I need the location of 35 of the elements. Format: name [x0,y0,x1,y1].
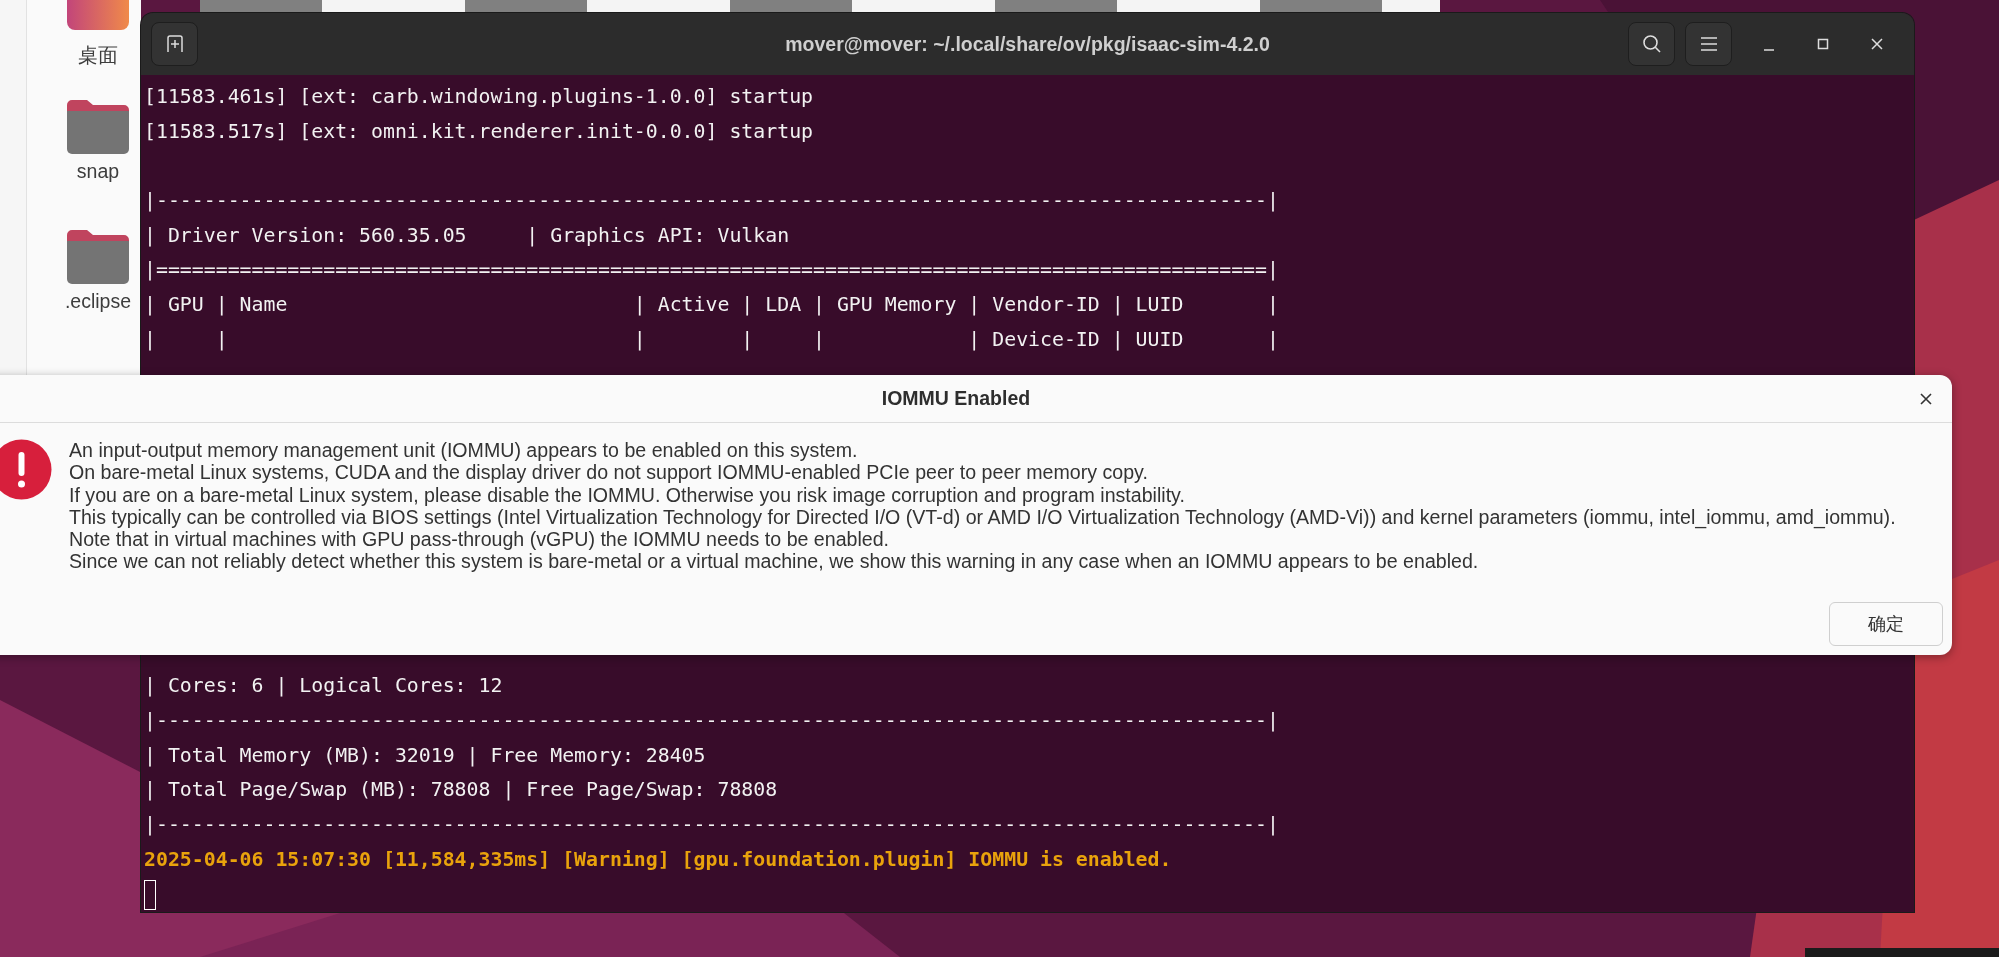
search-button[interactable] [1628,22,1675,66]
close-icon [1871,38,1883,50]
terminal-line: |---------------------------------------------------------------------------------------------| [144,188,1280,215]
new-tab-icon [165,35,184,53]
menu-icon [1699,36,1718,52]
terminal-line: |=============================================================================================| [144,257,1280,284]
folder-label[interactable]: .eclipse [64,290,132,313]
message-line: Note that in virtual machines with GPU pass-through (vGPU) the IOMMU needs to be enabled. [69,528,891,551]
terminal-line: | Total Memory (MB): 32019 | Free Memory: 28405 [144,742,707,769]
message-line: On bare-metal Linux systems, CUDA and the display driver do not support IOMMU-enabled PCIe peer to peer memory copy. [69,461,1149,484]
terminal-line: [11583.461s] [ext: carb.windowing.plugins-1.0.0] startup [144,84,815,110]
menu-button[interactable] [1685,22,1732,66]
new-tab-button[interactable] [151,22,198,66]
maximize-icon [1817,38,1829,50]
message-line: Since we can not reliably detect whether this system is bare-metal or a virtual machine, we show this warning in any case when an IOMMU appears to be enabled. [69,550,1480,573]
terminal-line: |---------------------------------------------------------------------------------------------| [144,811,1280,838]
close-icon [1920,393,1932,405]
terminal-line: | Cores: 6 | Logical Cores: 12 [144,673,504,700]
terminal-line: | Driver Version: 560.35.05 | Graphics API: Vulkan [144,222,791,249]
window-title: mover@mover: ~/.local/share/ov/pkg/isaac-sim-4.2.0 [785,32,1270,56]
terminal-line: |---------------------------------------------------------------------------------------------| [144,707,1280,734]
warning-line: 2025-04-06 15:07:30 [11,584,335ms] [Warning] [gpu.foundation.plugin] IOMMU is enabled. [144,846,1173,873]
dialog-title: IOMMU Enabled [881,387,1031,410]
minimize-icon [1763,49,1775,51]
folder-label[interactable]: snap [76,160,120,183]
search-icon [1641,34,1662,54]
message-line: This typically can be controlled via BIOS settings (Intel Virtualization Technology for Directed I/O (VT-d) or AMD I/O Virtualization Technology (AMD-Vi)) and kernel parameters (iommu, intel_iommu, amd_iommu). [69,505,1896,529]
terminal-line: | | | | | | Device-ID | UUID | [144,326,1280,353]
folder-label[interactable]: 桌面 [78,42,118,69]
terminal-line: [11583.517s] [ext: omni.kit.renderer.init-0.0.0] startup [144,118,815,145]
ok-button[interactable]: 确定 [1829,602,1943,646]
message-line: An input-output memory management unit (IOMMU) appears to be enabled on this system. [69,439,859,462]
terminal-line: | Total Page/Swap (MB): 78808 | Free Page/Swap: 78808 [144,777,779,804]
message-line: If you are on a bare-metal Linux system, please disable the IOMMU. Otherwise you risk image corruption and program instability. [69,483,1186,506]
terminal-line: | GPU | Name | Active | LDA | GPU Memory | Vendor-ID | LUID | [144,292,1280,319]
